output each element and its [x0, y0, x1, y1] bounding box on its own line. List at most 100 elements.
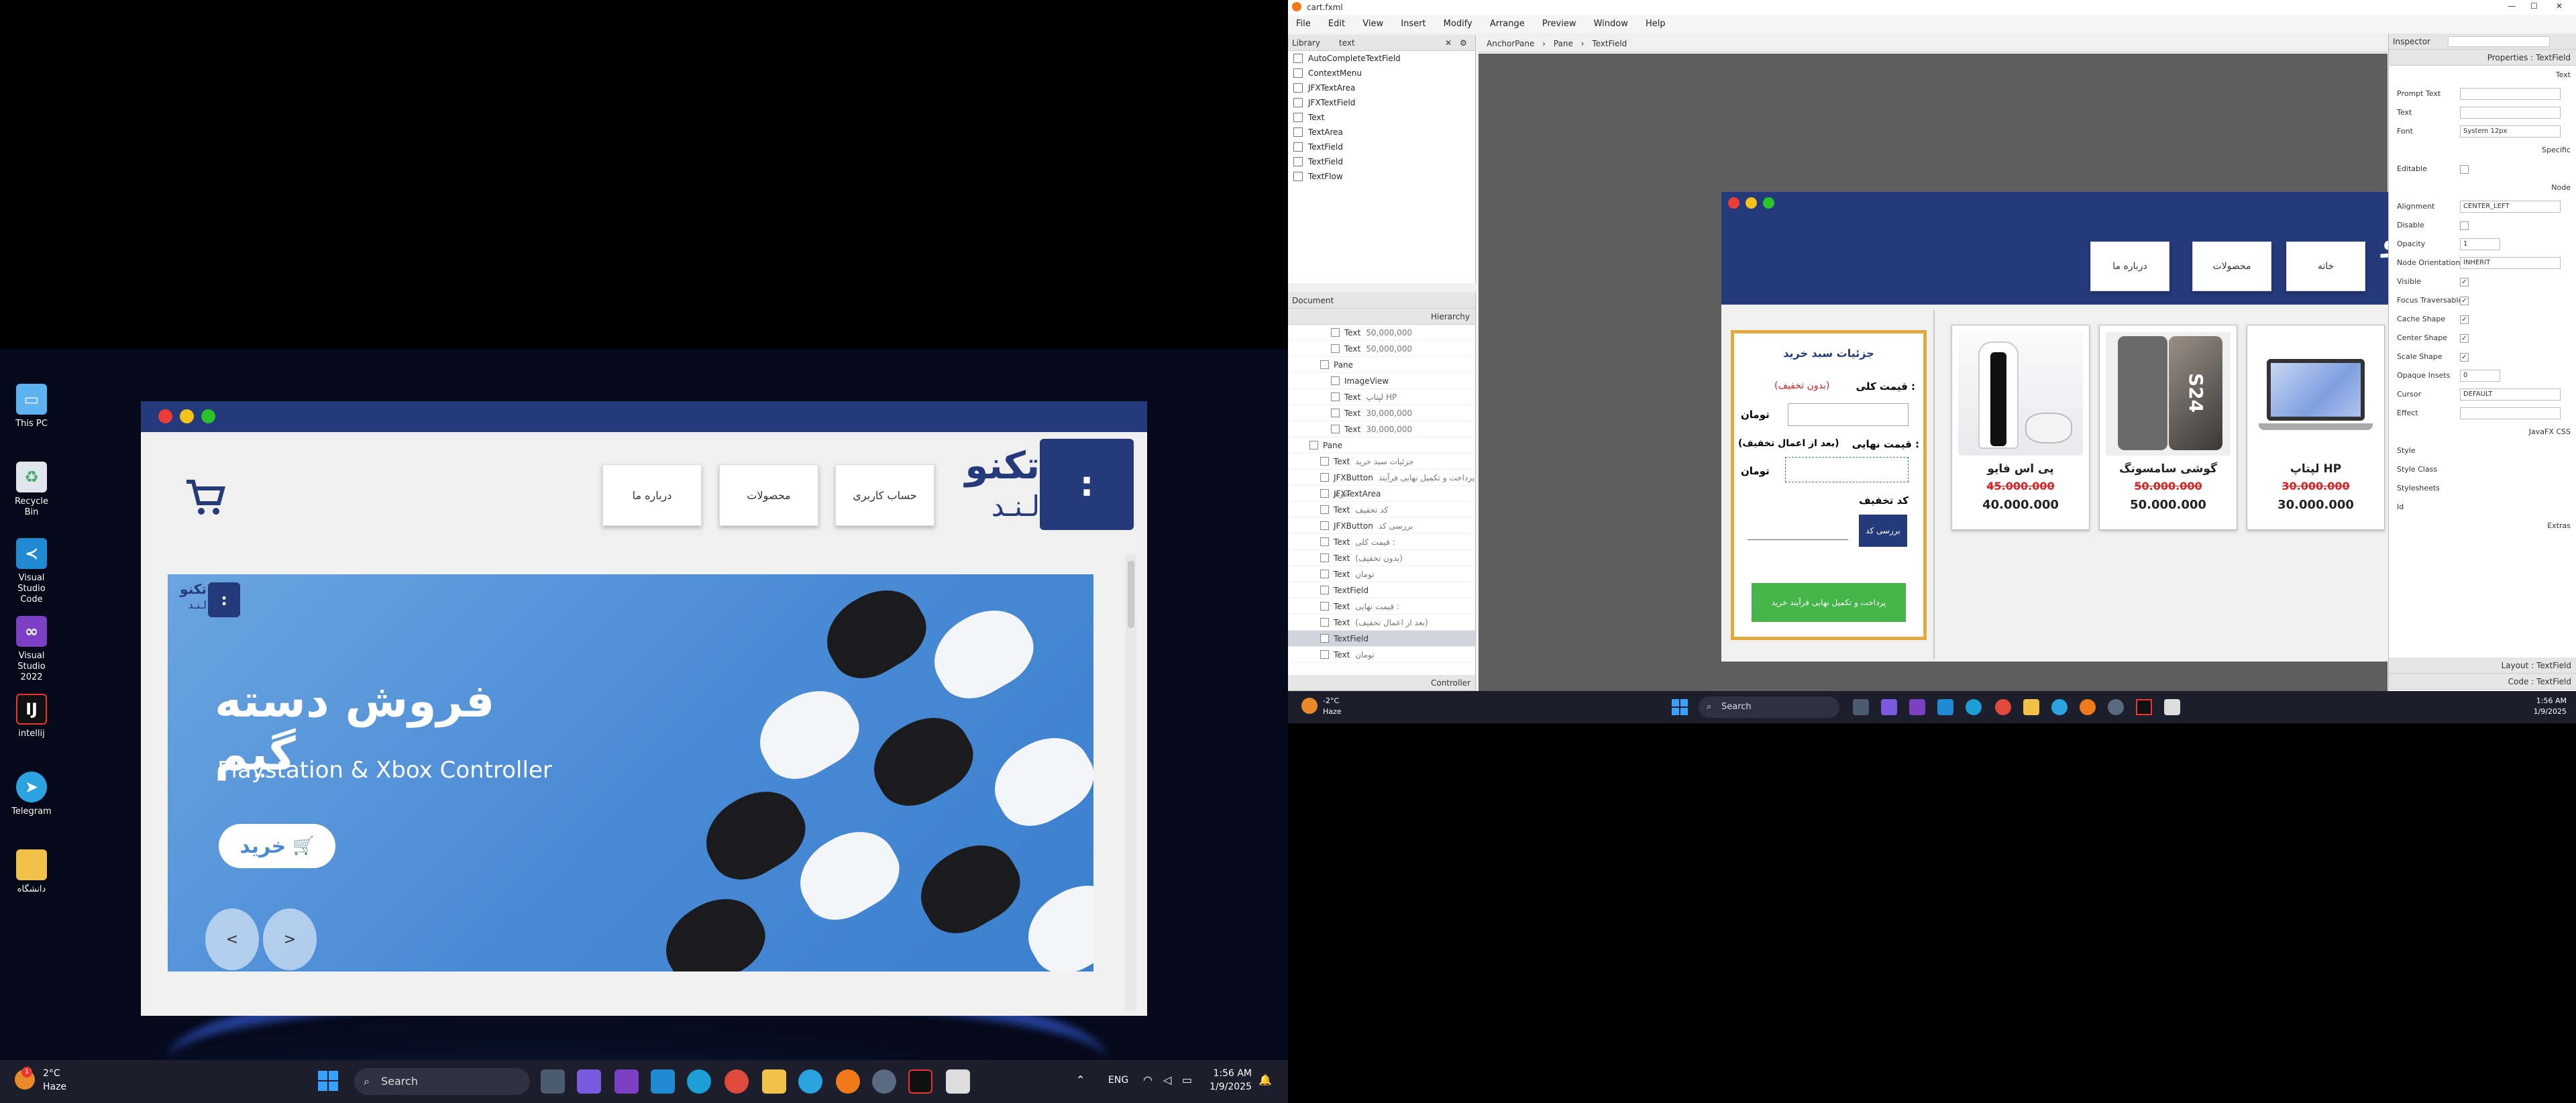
nav-products-button[interactable]: محصولات: [719, 464, 818, 526]
product-card-hp[interactable]: لپتاپ HP 30.000.000 30.000.000: [2247, 325, 2385, 530]
scrollbar-thumb[interactable]: [1128, 561, 1134, 628]
close-icon[interactable]: ✕: [2556, 1, 2563, 11]
design-canvas[interactable]: : تکنو لـنـد خانه محصولات درباره ما: [1479, 54, 2526, 691]
library-item[interactable]: AutoCompleteTextField: [1288, 51, 1475, 66]
hierarchy-row[interactable]: Pane: [1288, 357, 1475, 373]
text-input[interactable]: [2460, 107, 2561, 119]
cart-icon[interactable]: [184, 476, 227, 519]
menu-edit[interactable]: Edit: [1328, 19, 1345, 29]
property-checkbox[interactable]: ✓: [2460, 297, 2469, 305]
edge-icon[interactable]: [687, 1069, 711, 1094]
wifi-icon[interactable]: ◠: [1143, 1073, 1152, 1086]
file-explorer-icon[interactable]: [2023, 699, 2039, 715]
breadcrumb-textfield[interactable]: TextField: [1592, 39, 1627, 48]
product-card-ps5[interactable]: پی اس فایو 45.000.000 40.000.000: [1951, 325, 2090, 530]
buy-button[interactable]: خرید 🛒: [219, 824, 335, 868]
hierarchy-row[interactable]: Pane: [1288, 437, 1475, 454]
settings-icon[interactable]: [872, 1069, 896, 1094]
taskbar-date[interactable]: 1/9/2025: [1208, 1082, 1252, 1092]
nav-about-button[interactable]: درباره ما: [602, 464, 702, 526]
visual-studio-icon[interactable]: [1909, 699, 1925, 715]
properties-header[interactable]: Properties : TextField: [2389, 50, 2576, 66]
hierarchy-header[interactable]: Hierarchy: [1288, 309, 1475, 325]
hierarchy-row[interactable]: Text 50,000,000: [1288, 325, 1475, 341]
taskbar-search[interactable]: ⌕ Search: [354, 1068, 530, 1095]
check-code-button[interactable]: بررسی کد: [1859, 515, 1907, 547]
chevron-up-icon[interactable]: ⌃: [1076, 1073, 1085, 1086]
library-item[interactable]: JFXTextArea: [1288, 81, 1475, 95]
minimize-button[interactable]: [180, 409, 194, 423]
volume-icon[interactable]: ◁: [1163, 1073, 1171, 1086]
property-checkbox[interactable]: [2460, 221, 2469, 230]
taskbar-search[interactable]: ⌕ Search: [1699, 696, 1839, 718]
file-explorer-icon[interactable]: [762, 1069, 786, 1094]
breadcrumb-pane[interactable]: Pane: [1554, 39, 1573, 48]
taskbar-date[interactable]: 1/9/2025: [2520, 707, 2567, 716]
close-button[interactable]: [1728, 197, 1739, 209]
chrome-icon[interactable]: [724, 1069, 749, 1094]
maximize-button[interactable]: [201, 409, 215, 423]
language-indicator[interactable]: ENG: [1108, 1075, 1128, 1086]
hierarchy-row[interactable]: Text 50,000,000: [1288, 341, 1475, 357]
prompt-text-input[interactable]: [2460, 88, 2561, 100]
pay-button[interactable]: پرداخت و تکمیل نهایی فرآیند خرید: [1752, 583, 1906, 622]
vertical-scrollbar[interactable]: [1126, 554, 1136, 1010]
menu-preview[interactable]: Preview: [1542, 19, 1576, 29]
desktop-icon-this-pc[interactable]: ▭ This PC: [8, 384, 55, 429]
library-item[interactable]: TextField: [1288, 154, 1475, 169]
intellij-icon[interactable]: [908, 1069, 932, 1094]
code-header[interactable]: Code : TextField: [2389, 674, 2576, 690]
task-view-icon[interactable]: [541, 1069, 565, 1094]
close-button[interactable]: [158, 409, 172, 423]
hierarchy-row[interactable]: JFXTextArea: [1288, 486, 1475, 502]
banner-prev-button[interactable]: <: [205, 908, 259, 970]
hierarchy-row[interactable]: ImageView: [1288, 373, 1475, 389]
library-item[interactable]: Text: [1288, 110, 1475, 125]
firefox-icon[interactable]: [836, 1069, 860, 1094]
controller-header[interactable]: Controller: [1288, 675, 1475, 691]
property-checkbox[interactable]: ✓: [2460, 334, 2469, 343]
desktop-icon-visual-studio[interactable]: ∞ Visual Studio 2022: [8, 616, 55, 683]
discount-code-input[interactable]: [1748, 535, 1848, 540]
settings-icon[interactable]: [2108, 699, 2124, 715]
library-item[interactable]: TextField: [1288, 140, 1475, 154]
hierarchy-row[interactable]: Text قیمت نهایی :: [1288, 598, 1475, 615]
property-select[interactable]: CENTER_LEFT: [2460, 201, 2561, 213]
taskbar-time[interactable]: 1:56 AM: [1208, 1068, 1252, 1079]
hierarchy-row[interactable]: Text 30,000,000: [1288, 405, 1475, 421]
menu-insert[interactable]: Insert: [1401, 19, 1426, 29]
scene-builder-icon[interactable]: [2164, 699, 2180, 715]
desktop-icon-recycle-bin[interactable]: ♻ Recycle Bin: [8, 462, 55, 518]
vscode-icon[interactable]: [1937, 699, 1953, 715]
vscode-icon[interactable]: [651, 1069, 675, 1094]
hierarchy-row[interactable]: TextField: [1288, 631, 1475, 647]
hierarchy-row[interactable]: JFXButton بررسی کد: [1288, 518, 1475, 534]
library-item[interactable]: TextFlow: [1288, 169, 1475, 184]
task-view-icon[interactable]: [1853, 699, 1869, 715]
library-search[interactable]: text: [1339, 35, 1355, 51]
menu-help[interactable]: Help: [1646, 19, 1666, 29]
banner-next-button[interactable]: >: [263, 908, 317, 970]
intellij-icon[interactable]: [2136, 699, 2152, 715]
nav-account-button[interactable]: حساب کاربری: [835, 464, 934, 526]
desktop-icon-telegram[interactable]: ➤ Telegram: [8, 772, 55, 817]
nav-home-button[interactable]: خانه: [2286, 242, 2365, 291]
property-select[interactable]: INHERIT: [2460, 257, 2561, 269]
hierarchy-row[interactable]: Text تومان: [1288, 647, 1475, 663]
desktop-icon-vscode[interactable]: ≺ Visual Studio Code: [8, 538, 55, 605]
scene-builder-icon[interactable]: [946, 1069, 970, 1094]
property-checkbox[interactable]: ✓: [2460, 315, 2469, 324]
property-checkbox[interactable]: ✓: [2460, 353, 2469, 362]
minimize-icon[interactable]: —: [2508, 1, 2516, 11]
font-select[interactable]: System 12px: [2460, 125, 2561, 138]
hierarchy-row[interactable]: Text (بعد از اعمال تخفیف): [1288, 615, 1475, 631]
library-item[interactable]: JFXTextField: [1288, 95, 1475, 110]
battery-icon[interactable]: ▭: [1182, 1073, 1192, 1086]
breadcrumb-anchorpane[interactable]: AnchorPane: [1487, 39, 1534, 48]
clear-search-icon[interactable]: ✕: [1445, 35, 1452, 51]
minimize-button[interactable]: [1746, 197, 1757, 209]
hierarchy-row[interactable]: Text تومان: [1288, 566, 1475, 582]
inspector-search[interactable]: [2448, 36, 2550, 47]
property-select[interactable]: [2460, 407, 2561, 419]
windows-start-icon[interactable]: [318, 1071, 338, 1091]
